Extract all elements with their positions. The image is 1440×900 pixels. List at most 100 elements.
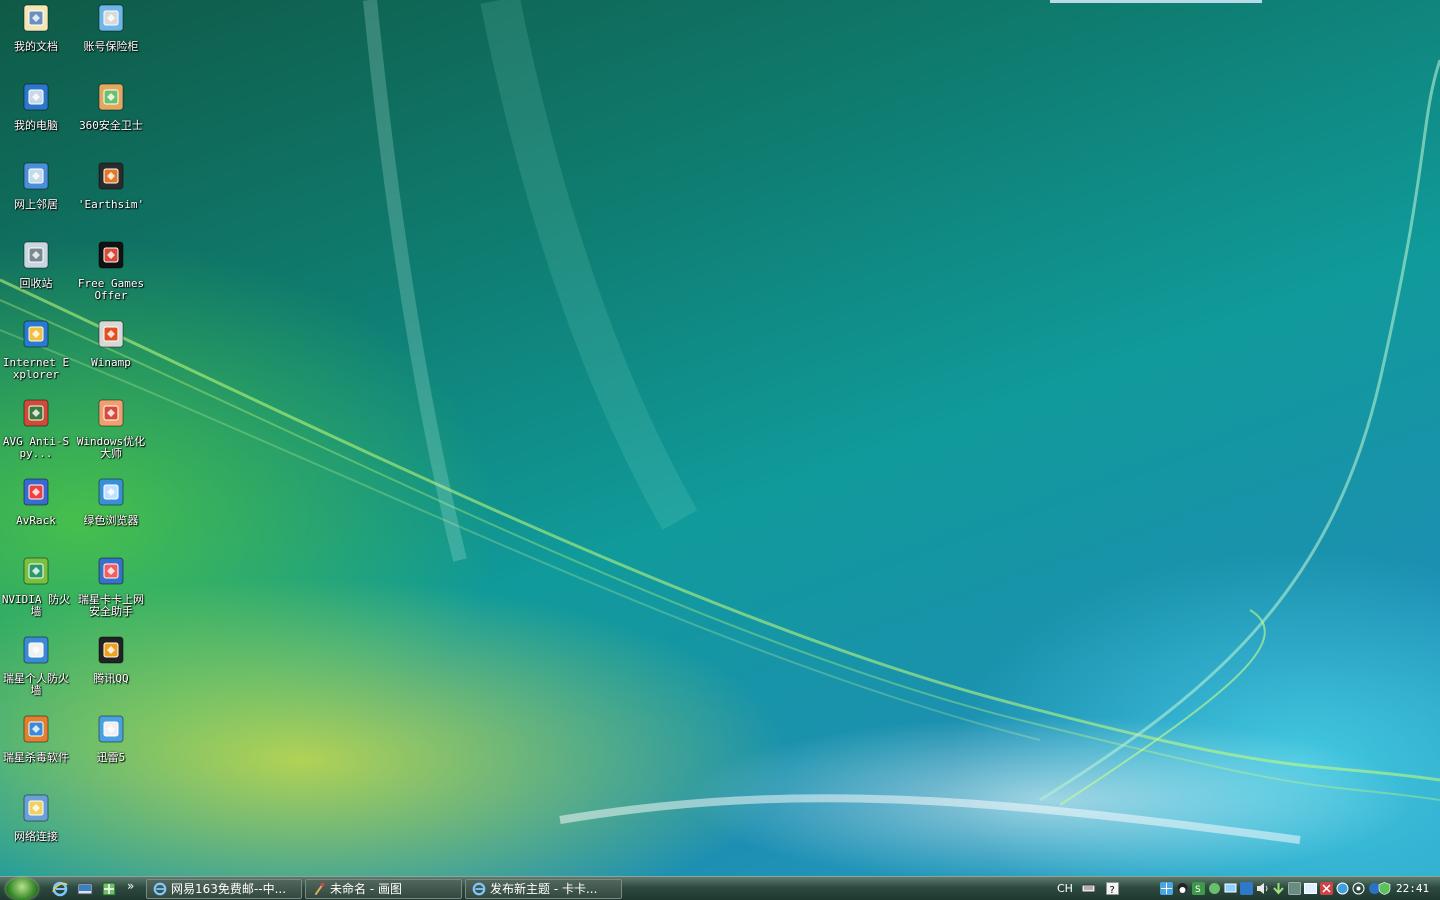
icon-label: 腾讯QQ — [93, 672, 129, 685]
icon-label: AvRack — [16, 514, 56, 527]
shield-app-icon — [98, 83, 124, 111]
icon-nvidia-firewall[interactable]: NVIDIA 防火墙 — [0, 555, 72, 618]
qq-penguin-icon — [98, 636, 124, 664]
input-method-tray-icon[interactable] — [1288, 882, 1301, 895]
icon-label: 绿色浏览器 — [83, 514, 139, 527]
monitor-tray-icon[interactable] — [1224, 882, 1237, 895]
documents-icon — [23, 4, 49, 32]
icon-label: 网上邻居 — [14, 198, 58, 211]
task-button-paint[interactable]: 未命名 - 画图 — [305, 879, 462, 899]
icon-rising-firewall[interactable]: 瑞星个人防火墙 — [0, 634, 72, 697]
icon-rising-antivirus[interactable]: 瑞星杀毒软件 — [0, 713, 72, 764]
network-quicklaunch-icon[interactable] — [101, 881, 117, 897]
ie-icon — [153, 882, 167, 896]
network-tray-icon[interactable] — [1160, 882, 1173, 895]
optimizer-icon — [98, 399, 124, 427]
keyboard-icon[interactable] — [1082, 882, 1095, 895]
icon-network-places[interactable]: 网上邻居 — [0, 160, 72, 211]
icon-network-connections[interactable]: 网络连接 — [0, 792, 72, 843]
winamp-icon — [98, 320, 124, 348]
avg-icon — [23, 399, 49, 427]
task-label: 未命名 - 画图 — [330, 882, 402, 896]
paint-icon — [314, 882, 325, 896]
icon-recycle-bin[interactable]: 回收站 — [0, 239, 72, 290]
icon-xunlei[interactable]: 迅雷5 — [75, 713, 147, 764]
rising-card-icon — [98, 557, 124, 585]
clock[interactable]: 22:41 — [1396, 882, 1429, 895]
tools-tray-icon[interactable] — [1320, 882, 1333, 895]
task-label: 发布新主题 - 卡卡... — [490, 882, 598, 896]
qq-tray-icon[interactable] — [1176, 882, 1189, 895]
wallpaper — [0, 0, 1440, 844]
earth-icon — [98, 162, 124, 190]
svg-text:?: ? — [1110, 885, 1115, 895]
icon-avg-antispy[interactable]: AVG Anti-Spy... — [0, 397, 72, 460]
nvidia-icon — [23, 557, 49, 585]
icon-label: Winamp — [91, 356, 131, 369]
icon-label: 360安全卫士 — [79, 119, 143, 132]
desktop[interactable] — [0, 0, 1440, 876]
icon-label: 回收站 — [19, 277, 53, 290]
icon-label: 我的文档 — [14, 40, 58, 53]
window-tray-icon[interactable] — [1304, 882, 1317, 895]
safe-icon — [98, 4, 124, 32]
taskbar: » 网易163免费邮--中... 未命名 - 画图 发布新主题 - 卡卡... … — [0, 876, 1440, 900]
icon-label: 'Earthsim' — [77, 198, 145, 211]
window-edge — [1050, 0, 1262, 3]
computer-icon — [23, 83, 49, 111]
ie-icon — [23, 320, 49, 348]
antivirus-icon — [23, 715, 49, 743]
icon-earthsim[interactable]: 'Earthsim' — [75, 160, 147, 211]
icon-internet-explorer[interactable]: Internet Explorer — [0, 318, 72, 381]
icon-label: 网络连接 — [14, 830, 58, 843]
icon-label: 迅雷5 — [96, 751, 126, 764]
icon-my-computer[interactable]: 我的电脑 — [0, 81, 72, 132]
task-label: 网易163免费邮--中... — [171, 882, 287, 896]
ie-quicklaunch-icon[interactable] — [52, 881, 68, 897]
browser-tray-icon[interactable] — [1336, 882, 1349, 895]
firewall-icon — [23, 636, 49, 664]
update-tray-icon[interactable] — [1208, 882, 1221, 895]
network-connections-icon — [23, 794, 49, 822]
icon-winamp[interactable]: Winamp — [75, 318, 147, 369]
icon-avrack[interactable]: AvRack — [0, 476, 72, 527]
icon-tencent-qq[interactable]: 腾讯QQ — [75, 634, 147, 685]
icon-free-games[interactable]: Free Games Offer — [75, 239, 147, 302]
volume-icon[interactable] — [1256, 882, 1269, 895]
download-tray-icon[interactable] — [1272, 882, 1285, 895]
xunlei-icon — [98, 715, 124, 743]
icon-label: 瑞星卡卡上网安全助手 — [78, 593, 144, 618]
quicklaunch-more-chevron[interactable]: » — [127, 879, 134, 893]
help-icon[interactable]: ? — [1106, 882, 1119, 895]
network-icon — [23, 162, 49, 190]
avrack-icon — [23, 478, 49, 506]
ie-icon — [472, 882, 486, 896]
icon-label: NVIDIA 防火墙 — [1, 593, 71, 618]
show-desktop-icon[interactable] — [77, 881, 93, 897]
language-indicator[interactable]: CH — [1057, 882, 1073, 895]
icon-label: 瑞星个人防火墙 — [3, 672, 69, 697]
start-button[interactable] — [6, 878, 38, 900]
wireless-tray-icon[interactable] — [1352, 882, 1365, 895]
icon-account-safe[interactable]: 账号保险柜 — [75, 2, 147, 53]
shield-tray-icon[interactable] — [1378, 882, 1391, 895]
icon-label: Free Games Offer — [77, 277, 145, 302]
icon-label: Internet Explorer — [2, 356, 70, 381]
icon-my-documents[interactable]: 我的文档 — [0, 2, 72, 53]
icon-label: AVG Anti-Spy... — [2, 435, 70, 460]
task-button-netease-mail[interactable]: 网易163免费邮--中... — [146, 879, 302, 899]
icon-windows-optimizer[interactable]: Windows优化大师 — [75, 397, 147, 460]
browser-icon — [98, 478, 124, 506]
display-tray-icon[interactable] — [1240, 882, 1253, 895]
security-tray-icon[interactable]: S — [1192, 882, 1205, 895]
icon-label: 瑞星杀毒软件 — [3, 751, 69, 764]
task-button-kaka-forum[interactable]: 发布新主题 - 卡卡... — [465, 879, 622, 899]
icon-label: 我的电脑 — [14, 119, 58, 132]
recycle-bin-icon — [23, 241, 49, 269]
icon-green-browser[interactable]: 绿色浏览器 — [75, 476, 147, 527]
icon-360-safeguard[interactable]: 360安全卫士 — [75, 81, 147, 132]
svg-text:S: S — [1195, 885, 1201, 895]
icon-label: Windows优化大师 — [76, 435, 146, 460]
icon-rising-card[interactable]: 瑞星卡卡上网安全助手 — [75, 555, 147, 618]
icon-label: 账号保险柜 — [83, 40, 139, 53]
